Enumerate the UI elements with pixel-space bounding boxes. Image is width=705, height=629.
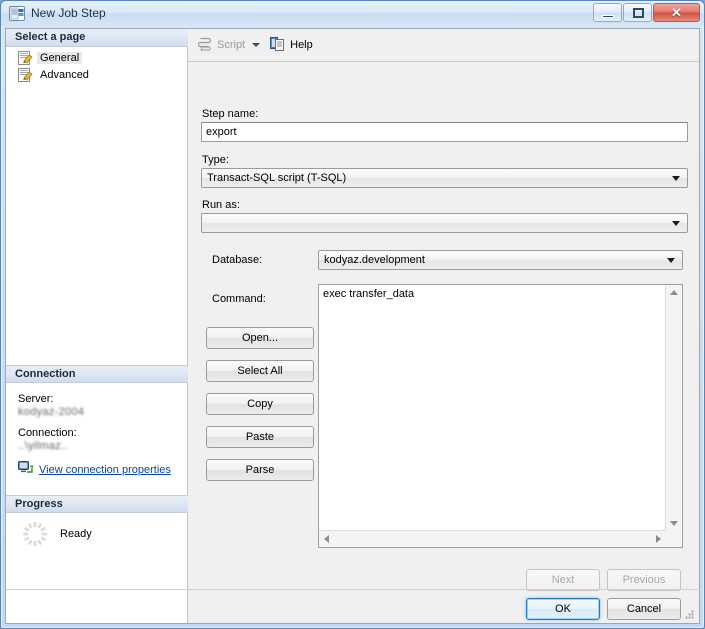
previous-button[interactable]: Previous [607, 569, 681, 591]
command-vertical-scrollbar[interactable] [665, 285, 682, 531]
select-all-button[interactable]: Select All [206, 360, 314, 382]
view-connection-properties-link[interactable]: View connection properties [39, 464, 171, 476]
resize-grip[interactable] [683, 608, 695, 620]
script-button-label: Script [217, 39, 246, 51]
chevron-down-icon [672, 221, 680, 226]
progress-spinner-icon [22, 521, 48, 547]
script-icon [197, 36, 213, 55]
chevron-down-icon [672, 176, 680, 181]
run-as-dropdown[interactable] [201, 213, 688, 233]
open-button[interactable]: Open... [206, 327, 314, 349]
progress-status-text: Ready [60, 528, 92, 540]
left-navigation-panel: Select a page General Advanced Connectio… [6, 29, 188, 623]
ok-button[interactable]: OK [526, 598, 600, 620]
help-button-label: Help [290, 39, 313, 51]
select-a-page-header: Select a page [6, 29, 188, 47]
footer-divider [6, 589, 701, 590]
close-icon: ✕ [671, 5, 682, 20]
chevron-down-icon[interactable] [252, 43, 261, 47]
restore-icon [633, 8, 644, 18]
connection-label: Connection: [18, 427, 77, 439]
type-dropdown-value: Transact-SQL script (T-SQL) [207, 172, 347, 184]
type-dropdown[interactable]: Transact-SQL script (T-SQL) [201, 168, 688, 188]
sidebar-item-advanced-label: Advanced [40, 68, 89, 81]
step-name-input[interactable] [201, 122, 688, 142]
cancel-button[interactable]: Cancel [607, 598, 681, 620]
window-controls: ✕ [593, 3, 700, 22]
server-label: Server: [18, 393, 54, 405]
maximize-button[interactable] [623, 3, 652, 22]
scrollbar-corner [666, 531, 682, 547]
dialog-toolbar: Script Help [188, 29, 699, 62]
connection-section-header: Connection [6, 365, 188, 383]
copy-button[interactable]: Copy [206, 393, 314, 415]
command-horizontal-scrollbar[interactable] [319, 530, 666, 547]
job-step-icon [9, 6, 25, 21]
page-list: General Advanced [6, 49, 188, 83]
paste-button[interactable]: Paste [206, 426, 314, 448]
minimize-button[interactable] [593, 3, 622, 22]
window-title: New Job Step [31, 6, 106, 20]
next-button[interactable]: Next [526, 569, 600, 591]
help-button[interactable]: Help [267, 34, 316, 57]
parse-button[interactable]: Parse [206, 459, 314, 481]
sidebar-item-advanced[interactable]: Advanced [6, 66, 188, 83]
progress-section-body: Ready [6, 521, 188, 547]
command-editor[interactable]: exec transfer_data [318, 284, 683, 548]
progress-section-header: Progress [6, 495, 188, 513]
dialog-client-area: Select a page General Advanced Connectio… [5, 28, 701, 624]
database-dropdown[interactable]: kodyaz.development [318, 250, 683, 270]
scroll-up-icon[interactable] [670, 290, 678, 295]
view-connection-properties-row[interactable]: View connection properties [18, 461, 188, 478]
type-label: Type: [202, 154, 229, 166]
sidebar-item-general[interactable]: General [6, 49, 188, 66]
right-content-panel: Script Help Step name: export Type: Tran… [188, 29, 699, 623]
scroll-left-icon[interactable] [324, 535, 329, 543]
scroll-down-icon[interactable] [670, 521, 678, 526]
script-button[interactable]: Script [194, 34, 263, 57]
run-as-label: Run as: [202, 199, 240, 211]
help-icon [270, 36, 286, 55]
new-job-step-window: New Job Step ✕ Select a page General Adv… [0, 0, 705, 629]
scroll-right-icon[interactable] [656, 535, 661, 543]
connection-value: ..\yilmaz.. [18, 440, 68, 452]
close-button[interactable]: ✕ [653, 3, 700, 22]
connection-properties-icon [18, 461, 34, 478]
sidebar-item-general-label: General [37, 51, 83, 64]
command-label: Command: [212, 293, 266, 305]
server-value: kodyaz-2004 [18, 406, 85, 418]
connection-section-body: Server: kodyaz-2004 Connection: ..\yilma… [6, 385, 188, 478]
chevron-down-icon [667, 258, 675, 263]
database-label: Database: [212, 254, 263, 266]
step-name-label: Step name: [202, 108, 259, 120]
page-advanced-icon [18, 67, 33, 82]
minimize-icon [602, 15, 614, 18]
command-text: exec transfer_data [323, 288, 415, 300]
database-dropdown-value: kodyaz.development [324, 254, 425, 266]
page-general-icon [18, 50, 33, 65]
title-bar[interactable]: New Job Step ✕ [1, 1, 704, 26]
